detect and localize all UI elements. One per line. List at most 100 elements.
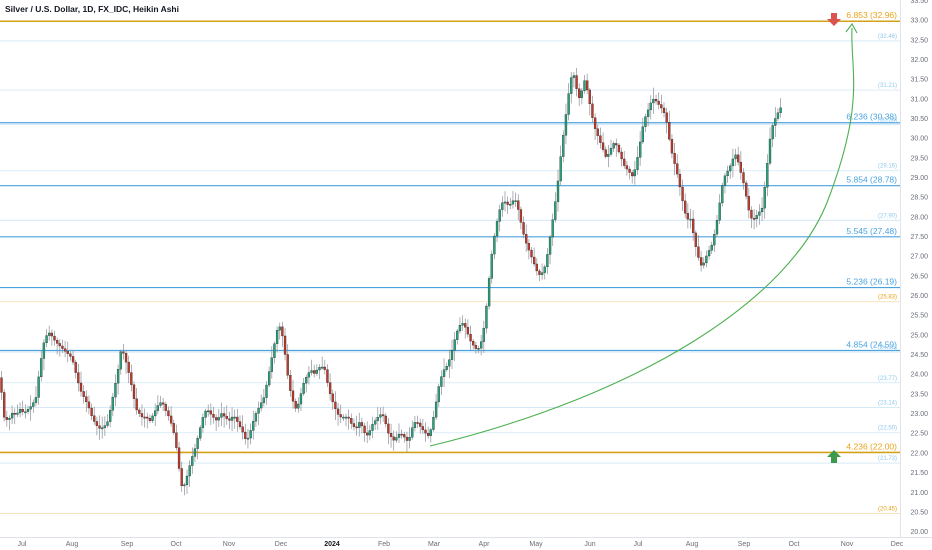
candle-body xyxy=(729,165,732,172)
candle-body xyxy=(593,117,597,129)
candle-body xyxy=(580,90,583,98)
candle-body xyxy=(426,433,430,436)
fib-label: (25.83) xyxy=(878,295,897,301)
candle-body xyxy=(559,156,562,182)
y-tick-label: 28.00 xyxy=(910,214,928,221)
candle-body xyxy=(421,426,425,431)
y-tick-label: 33.50 xyxy=(910,0,928,5)
candle-body xyxy=(291,390,295,402)
candle-body xyxy=(654,98,658,102)
candle-body xyxy=(588,89,591,105)
candle-body xyxy=(766,163,769,188)
x-tick-label: Aug xyxy=(66,541,79,548)
candle-body xyxy=(556,180,560,202)
candle-body xyxy=(273,343,276,358)
candle-body xyxy=(32,402,35,407)
candle-body xyxy=(323,366,326,370)
candle-body xyxy=(69,353,72,357)
candle-body xyxy=(58,343,61,347)
candle-body xyxy=(82,391,85,397)
candle-body xyxy=(132,384,136,399)
candle-body xyxy=(620,151,623,160)
x-tick-label: Oct xyxy=(171,541,182,548)
candle-body xyxy=(456,330,459,340)
candle-body xyxy=(204,410,207,418)
fib-label: (21.73) xyxy=(878,456,897,462)
candle-body xyxy=(419,422,422,427)
candle-body xyxy=(519,209,523,223)
candle-body xyxy=(244,431,247,439)
candle-body xyxy=(686,213,689,220)
x-tick-label: Jul xyxy=(18,541,27,548)
candle-body xyxy=(114,383,117,398)
candle-body xyxy=(752,218,756,220)
candle-body xyxy=(387,423,390,434)
fib-label: (32.46) xyxy=(878,34,897,40)
candle-body xyxy=(591,103,594,118)
candle-body xyxy=(135,398,138,411)
candle-body xyxy=(56,340,59,344)
candle-body xyxy=(106,421,109,426)
candle-body xyxy=(670,139,674,154)
candle-body xyxy=(177,447,181,469)
candle-body xyxy=(79,382,83,392)
candle-body xyxy=(485,305,488,329)
candle-body xyxy=(299,393,303,405)
candle-body xyxy=(85,396,88,403)
candle-body xyxy=(689,218,692,221)
candle-body xyxy=(517,200,520,210)
candle-body xyxy=(726,170,729,177)
candle-body xyxy=(42,342,46,359)
candle-body xyxy=(241,426,244,433)
candle-body xyxy=(101,427,104,430)
fib-label: (23.77) xyxy=(878,376,897,382)
x-tick-label: Dec xyxy=(891,541,904,548)
candle-body xyxy=(318,367,321,371)
candle-body xyxy=(305,377,308,384)
candle-body xyxy=(246,437,250,440)
candle-body xyxy=(381,414,385,417)
y-tick-label: 22.00 xyxy=(910,450,928,457)
y-tick-label: 33.00 xyxy=(910,18,928,25)
candle-body xyxy=(721,185,724,204)
candle-body xyxy=(29,406,32,410)
candle-body xyxy=(506,201,509,205)
y-tick-label: 28.50 xyxy=(910,195,928,202)
candle-body xyxy=(260,402,263,409)
y-tick-label: 26.50 xyxy=(910,273,928,280)
candle-body xyxy=(270,357,273,372)
candle-body xyxy=(641,126,644,143)
fib-label: (24.55) xyxy=(878,345,897,351)
candle-body xyxy=(631,172,634,177)
fib-label: (22.50) xyxy=(878,426,897,432)
candle-body xyxy=(249,430,252,439)
candle-body xyxy=(702,262,705,266)
candle-body xyxy=(111,396,114,411)
candle-body xyxy=(326,369,329,383)
y-tick-label: 32.00 xyxy=(910,57,928,64)
candle-body xyxy=(403,434,406,438)
candle-body xyxy=(461,323,464,326)
chart-background xyxy=(0,0,932,550)
candle-body xyxy=(450,349,454,360)
candle-body xyxy=(169,415,173,424)
candle-body xyxy=(148,418,152,421)
candle-body xyxy=(183,484,186,487)
candle-body xyxy=(313,370,316,374)
x-tick-label: Dec xyxy=(275,541,288,548)
candle-body xyxy=(525,234,528,244)
x-tick-label: Apr xyxy=(479,541,491,548)
candle-body xyxy=(310,370,313,373)
candle-body xyxy=(196,438,199,449)
candle-body xyxy=(212,414,215,418)
candle-body xyxy=(201,417,205,428)
candle-body xyxy=(458,325,462,332)
candle-body xyxy=(527,242,530,251)
candle-body xyxy=(657,100,660,105)
fib-label: (30.38) xyxy=(878,118,897,124)
x-tick-label: Sep xyxy=(121,541,134,548)
candle-body xyxy=(358,422,361,428)
candle-body xyxy=(95,421,99,426)
candle-body xyxy=(495,221,499,237)
candle-body xyxy=(567,93,570,115)
